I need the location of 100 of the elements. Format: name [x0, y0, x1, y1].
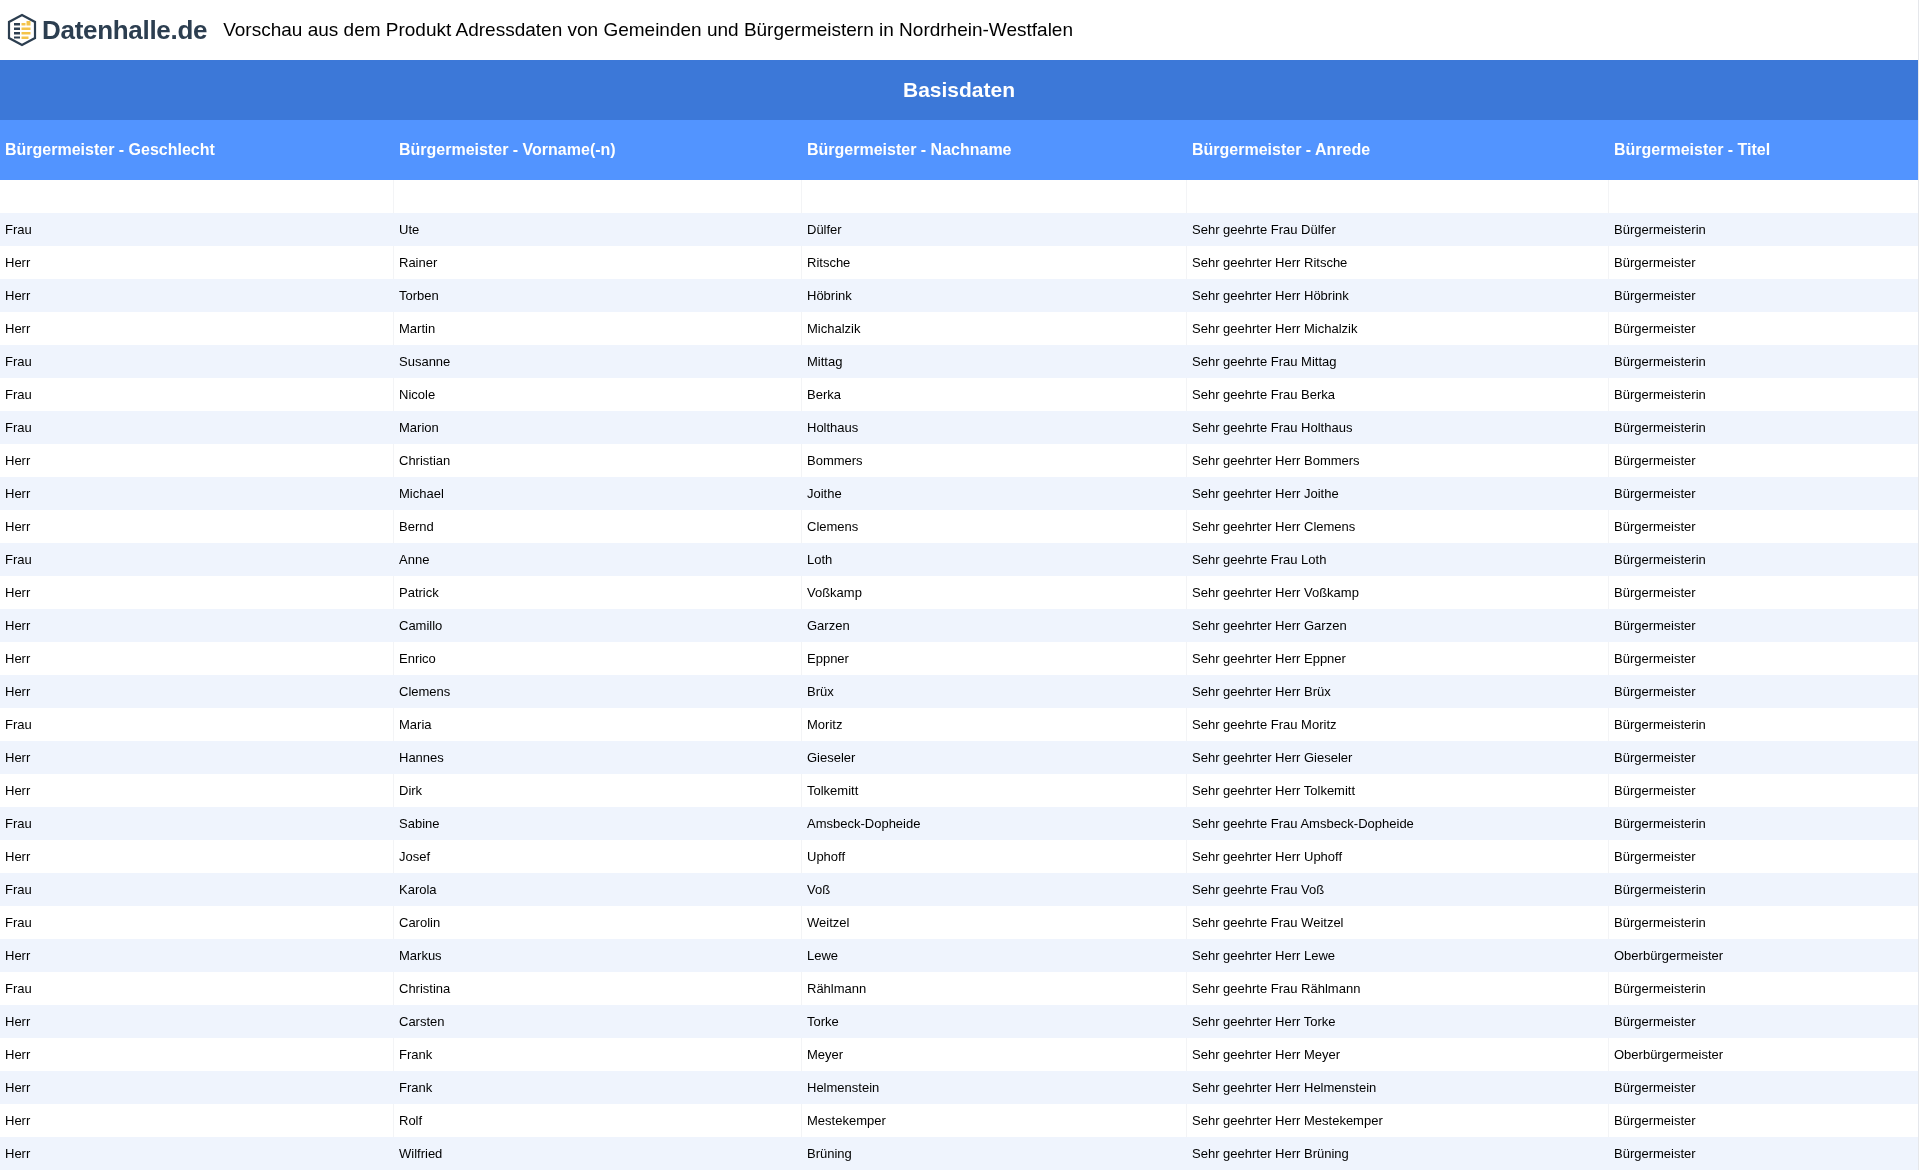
table-cell-text: Sehr geehrter Herr Brüning: [1192, 1144, 1349, 1163]
table-cell-text: Sehr geehrter Herr Garzen: [1192, 616, 1347, 635]
table-cell-text: Dirk: [399, 781, 423, 800]
table-cell-text: Joithe: [807, 484, 842, 503]
table-cell-text: Bernd: [399, 517, 434, 536]
table-cell-text: Bürgermeister: [1614, 319, 1696, 338]
table-cell-text: Bürgermeisterin: [1614, 385, 1706, 404]
table-cell-text: Herr: [5, 682, 31, 701]
table-cell-text: Mittag: [807, 352, 843, 371]
table-cell-text: Frau: [5, 880, 32, 899]
table-cell-text: Herr: [5, 583, 31, 602]
table-cell-text: Loth: [807, 550, 833, 569]
table-cell-text: Herr: [5, 1078, 31, 1097]
table-cell-text: Herr: [5, 1045, 31, 1064]
table-cell-text: Herr: [5, 484, 31, 503]
table-cell-text: Frank: [399, 1045, 433, 1064]
table-cell-text: Christian: [399, 451, 451, 470]
table-cell-text: Voß: [807, 880, 831, 899]
table-cell-text: Sehr geehrte Frau Voß: [1192, 880, 1325, 899]
table-cell-text: Bürgermeisterin: [1614, 715, 1706, 734]
table-cell-text: Frank: [399, 1078, 433, 1097]
table-cell-text: Gieseler: [807, 748, 856, 767]
table-cell-text: Frau: [5, 418, 32, 437]
table-cell-text: Frau: [5, 385, 32, 404]
table-cell-text: Torke: [807, 1012, 839, 1031]
table-cell-text: Höbrink: [807, 286, 852, 305]
table-cell-text: Christina: [399, 979, 451, 998]
table-cell-text: Bürgermeister: [1614, 616, 1696, 635]
table-cell-text: Oberbürgermeister: [1614, 1045, 1724, 1064]
table-cell-text: Torben: [399, 286, 439, 305]
table-cell-text: Helmenstein: [807, 1078, 880, 1097]
table-cell-text: Herr: [5, 1012, 31, 1031]
table-cell-text: Bürgermeister: [1614, 682, 1696, 701]
table-cell-text: Sehr geehrter Herr Höbrink: [1192, 286, 1349, 305]
table-cell-text: Martin: [399, 319, 436, 338]
table-cell-text: Camillo: [399, 616, 443, 635]
table-cell-text: Frau: [5, 715, 32, 734]
table-cell-text: Bürgermeister: [1614, 583, 1696, 602]
table-cell-text: Wilfried: [399, 1144, 443, 1163]
table-cell-text: Sehr geehrter Herr Helmenstein: [1192, 1078, 1377, 1097]
table-cell-text: Bürgermeisterin: [1614, 880, 1706, 899]
table-cell-text: Herr: [5, 748, 31, 767]
table-cell-text: Sehr geehrter Herr Lewe: [1192, 946, 1336, 965]
table-cell-text: Bürgermeister: [1614, 253, 1696, 272]
table-cell-text: Herr: [5, 517, 31, 536]
table-cell-text: Herr: [5, 616, 31, 635]
logo-text[interactable]: Datenhalle.de: [42, 10, 208, 50]
table-cell-text: Uphoff: [807, 847, 846, 866]
table-cell-text: Sehr geehrte Frau Mittag: [1192, 352, 1337, 371]
table-cell-text: Bürgermeister: [1614, 748, 1696, 767]
table-cell-text: Oberbürgermeister: [1614, 946, 1724, 965]
table-cell-text: Sehr geehrter Herr Eppner: [1192, 649, 1346, 668]
table-cell-text: Sehr geehrte Frau Moritz: [1192, 715, 1337, 734]
table-cell-text: Herr: [5, 649, 31, 668]
table-cell-text: Weitzel: [807, 913, 850, 932]
table-cell-text: Sehr geehrter Herr Joithe: [1192, 484, 1339, 503]
table-cell-text: Sehr geehrte Frau Holthaus: [1192, 418, 1353, 437]
table-cell-text: Sehr geehrter Herr Torke: [1192, 1012, 1336, 1031]
table-cell-text: Herr: [5, 1111, 31, 1130]
table-cell-text: Frau: [5, 352, 32, 371]
table-cell-text: Dülfer: [807, 220, 842, 239]
table-cell-text: Meyer: [807, 1045, 844, 1064]
table-cell-text: Anne: [399, 550, 430, 569]
table-cell-text: Frau: [5, 979, 32, 998]
table-cell-text: Berka: [807, 385, 841, 404]
table-cell-text: Bürgermeisterin: [1614, 220, 1706, 239]
table-cell-text: Bürgermeisterin: [1614, 979, 1706, 998]
table-cell-text: Markus: [399, 946, 442, 965]
table-cell-text: Herr: [5, 253, 31, 272]
table-cell-text: Sehr geehrter Herr Tolkemitt: [1192, 781, 1356, 800]
table-cell-text: Rolf: [399, 1111, 423, 1130]
column-header: Bürgermeister - Titel: [1614, 141, 1771, 158]
table-cell-text: Sehr geehrte Frau Loth: [1192, 550, 1327, 569]
table-cell-text: Rainer: [399, 253, 438, 272]
table-cell-text: Frau: [5, 550, 32, 569]
table-cell-text: Sehr geehrter Herr Ritsche: [1192, 253, 1348, 272]
column-header: Bürgermeister - Geschlecht: [5, 141, 215, 158]
column-header: Bürgermeister - Anrede: [1192, 141, 1371, 158]
table-cell-text: Moritz: [807, 715, 843, 734]
table-cell-text: Carsten: [399, 1012, 445, 1031]
column-header: Bürgermeister - Vorname(-n): [399, 141, 616, 158]
table-cell-text: Hannes: [399, 748, 444, 767]
table-cell-text: Rählmann: [807, 979, 867, 998]
table-cell-text: Michael: [399, 484, 444, 503]
logo-icon: [6, 13, 38, 47]
table-cell-text: Bürgermeister: [1614, 484, 1696, 503]
table-cell-text: Bürgermeisterin: [1614, 814, 1706, 833]
page-title: Vorschau aus dem Produkt Adressdaten von Gemeinden und Bürgermeistern in Nordrhein-Westfalen: [223, 17, 1073, 42]
table-cell-text: Bürgermeister: [1614, 781, 1696, 800]
table-cell-text: Amsbeck-Dopheide: [807, 814, 921, 833]
table-cell-text: Bürgermeister: [1614, 649, 1696, 668]
table-cell-text: Michalzik: [807, 319, 861, 338]
table-cell-text: Herr: [5, 319, 31, 338]
table-cell-text: Marion: [399, 418, 439, 437]
table-cell-text: Sehr geehrte Frau Rählmann: [1192, 979, 1361, 998]
table-cell-text: Herr: [5, 286, 31, 305]
table-cell-text: Ritsche: [807, 253, 851, 272]
table-cell-text: Herr: [5, 451, 31, 470]
table-cell-text: Sehr geehrter Herr Mestekemper: [1192, 1111, 1383, 1130]
table-cell-text: Bürgermeister: [1614, 847, 1696, 866]
